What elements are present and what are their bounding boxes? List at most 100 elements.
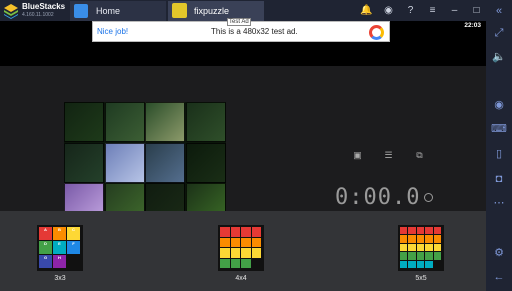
- tab-home[interactable]: Home: [70, 1, 166, 21]
- puzzle-piece[interactable]: [64, 102, 104, 142]
- grid-cell: [425, 252, 433, 260]
- game-controls: ▣ ☰ ⧉: [352, 151, 425, 160]
- home-icon: [74, 4, 88, 18]
- grid-cell: [400, 235, 408, 243]
- menu-icon[interactable]: ≡: [425, 3, 440, 18]
- grid-preview-5x5: [400, 227, 441, 268]
- brand-version: 4.160.11.1002: [22, 12, 54, 18]
- grid-cell: [220, 258, 230, 268]
- gallery-icon[interactable]: ⧉: [414, 151, 425, 160]
- help-icon[interactable]: ?: [403, 3, 418, 18]
- grid-cell: [220, 237, 230, 247]
- grid-cell: A: [39, 227, 52, 240]
- grid-cell: [241, 258, 251, 268]
- grid-cell: [251, 227, 261, 237]
- grid-cell: [416, 235, 425, 243]
- puzzle-piece[interactable]: [145, 102, 185, 142]
- grid-cell: G: [39, 255, 52, 268]
- grid-cell: [433, 243, 441, 252]
- game-timer: 0:00.0: [335, 185, 421, 210]
- grid-cell: B: [53, 227, 66, 240]
- puzzle-piece[interactable]: [185, 102, 226, 142]
- puzzle-board[interactable]: [64, 102, 226, 223]
- tab-home-label: Home: [96, 6, 121, 16]
- puzzle-piece[interactable]: [104, 142, 145, 183]
- bluestacks-logo-icon: [4, 4, 18, 19]
- size-option-5x5[interactable]: [398, 225, 444, 271]
- grid-cell: H: [53, 255, 66, 268]
- puzzle-app-icon: [172, 3, 187, 18]
- grid-preview-3x3: ABC DEF GH: [39, 227, 80, 268]
- puzzle-piece[interactable]: [64, 142, 104, 183]
- grid-preview-4x4: [220, 227, 261, 268]
- bell-icon[interactable]: 🔔: [359, 3, 374, 18]
- fullscreen-icon[interactable]: ⤢: [491, 25, 507, 41]
- account-icon[interactable]: ◉: [381, 3, 396, 18]
- list-icon[interactable]: ☰: [383, 151, 394, 160]
- grid-cell: [408, 235, 416, 243]
- volume-icon[interactable]: 🔈: [491, 49, 507, 65]
- grid-cell: C: [67, 227, 80, 240]
- grid-cell: [400, 260, 408, 268]
- grid-cell: [433, 252, 441, 260]
- maximize-icon[interactable]: □: [469, 3, 484, 18]
- grid-cell: [220, 248, 230, 258]
- tab-fixpuzzle-label: fixpuzzle: [194, 6, 230, 16]
- phone-rotate-icon[interactable]: ▯: [491, 146, 507, 162]
- grid-cell: [425, 235, 433, 243]
- title-bar: BlueStacks 4.160.11.1002 Home fixpuzzle …: [0, 0, 512, 21]
- ad-body-text: This is a 480x32 test ad.: [211, 27, 298, 36]
- grid-cell: E: [53, 241, 66, 254]
- size-selector: ABC DEF GH 3x3 4x4 5x5: [0, 211, 486, 291]
- puzzle-piece[interactable]: [185, 142, 226, 183]
- grid-cell: [220, 227, 230, 237]
- bluestacks-sidebar: « ⤢ 🔈 ◉ ⌨ ▯ ◘ ⋯ ⚙ ←: [486, 0, 512, 291]
- grid-cell: [433, 235, 441, 243]
- grid-cell: [425, 243, 433, 252]
- android-screen: 22:03 Test Ad Nice job! This is a 480x32…: [0, 18, 486, 291]
- puzzle-piece[interactable]: [104, 102, 145, 142]
- back-icon[interactable]: ←: [491, 269, 507, 285]
- camera-icon[interactable]: ◘: [491, 171, 507, 187]
- grid-cell: [408, 252, 416, 260]
- grid-cell: [433, 260, 441, 268]
- grid-cell: [241, 248, 251, 258]
- collapse-icon[interactable]: «: [491, 3, 507, 19]
- grid-cell: [416, 260, 425, 268]
- grid-cell: [425, 260, 433, 268]
- minimize-icon[interactable]: –: [447, 3, 462, 18]
- grid-cell: [433, 227, 441, 235]
- grid-cell: [416, 243, 425, 252]
- ad-badge: Test Ad: [227, 18, 251, 26]
- grid-cell: F: [67, 241, 80, 254]
- picture-preview-icon[interactable]: ▣: [352, 151, 363, 160]
- grid-cell: [67, 255, 80, 268]
- grid-cell: D: [39, 241, 52, 254]
- grid-cell: [230, 248, 240, 258]
- size-option-4x4[interactable]: [218, 225, 264, 271]
- grid-cell: [230, 227, 240, 237]
- brand-name: BlueStacks: [22, 2, 66, 11]
- size-label-4x4: 4x4: [235, 275, 247, 282]
- grid-cell: [251, 248, 261, 258]
- ad-banner[interactable]: Test Ad Nice job! This is a 480x32 test …: [92, 18, 390, 42]
- grid-cell: [241, 237, 251, 247]
- size-label-5x5: 5x5: [415, 275, 427, 282]
- titlebar-controls: 🔔 ◉ ? ≡ – □ ✕: [359, 3, 506, 19]
- grid-cell: [400, 243, 408, 252]
- puzzle-piece[interactable]: [145, 142, 185, 183]
- grid-cell: [425, 227, 433, 235]
- grid-cell: [251, 258, 261, 268]
- grid-cell: [408, 243, 416, 252]
- grid-cell: [408, 260, 416, 268]
- grid-cell: [416, 227, 425, 235]
- eye-icon[interactable]: ◉: [491, 97, 507, 113]
- more-icon[interactable]: ⋯: [491, 195, 507, 211]
- status-time: 22:03: [464, 22, 481, 29]
- settings-icon[interactable]: ⚙: [491, 245, 507, 261]
- keyboard-icon[interactable]: ⌨: [491, 121, 507, 137]
- grid-cell: [400, 227, 408, 235]
- grid-cell: [400, 252, 408, 260]
- size-option-3x3[interactable]: ABC DEF GH: [37, 225, 83, 271]
- grid-cell: [241, 227, 251, 237]
